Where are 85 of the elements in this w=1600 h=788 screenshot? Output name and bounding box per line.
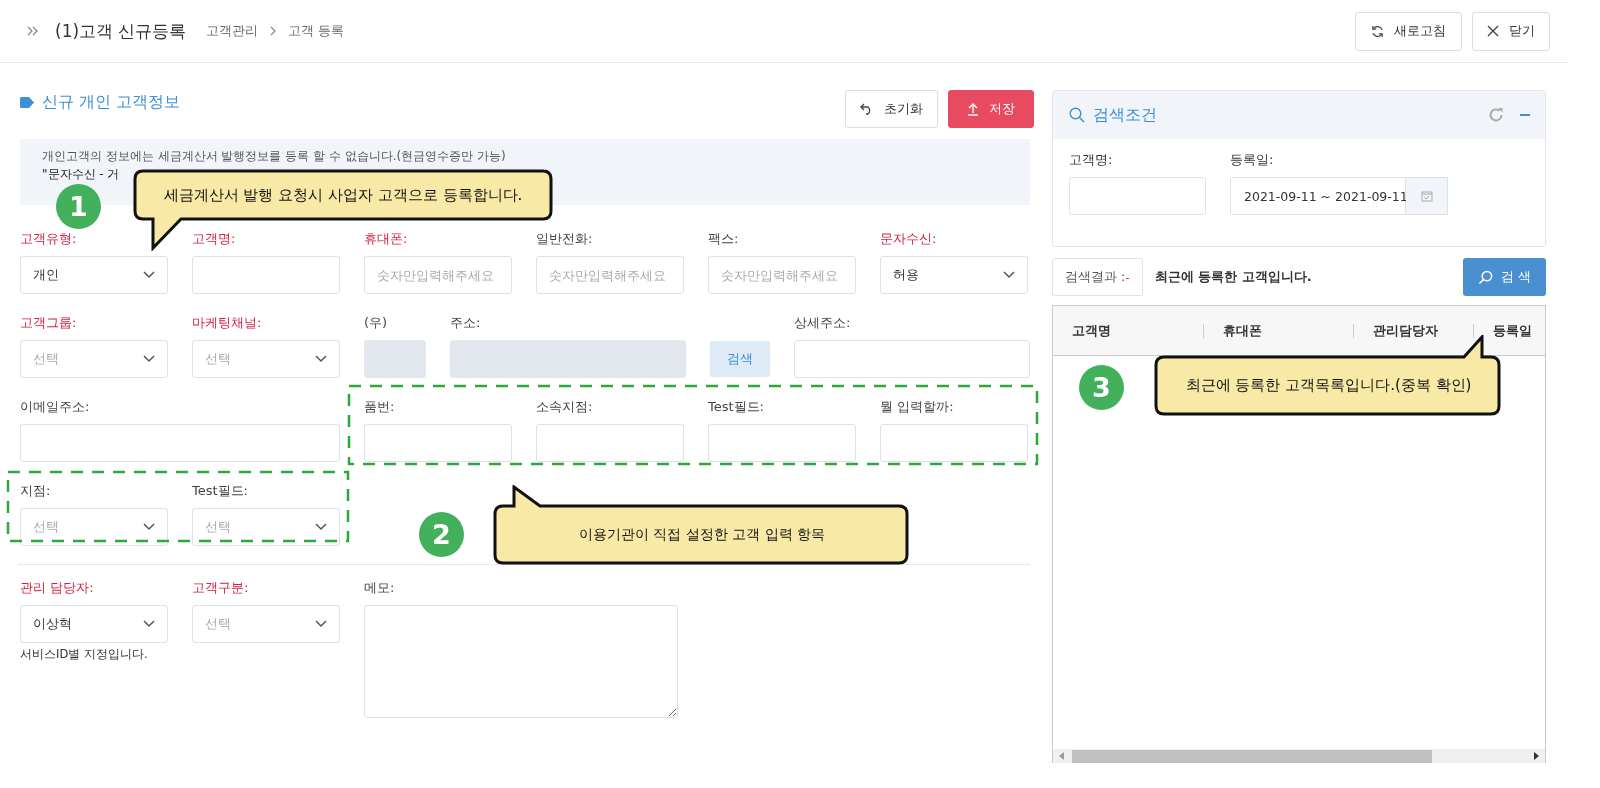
caret-down-icon	[143, 271, 155, 279]
caret-down-icon	[143, 523, 155, 531]
upload-icon	[967, 102, 979, 116]
refresh-button[interactable]: 새로고침	[1355, 11, 1462, 51]
breadcrumb-link[interactable]: 고객관리	[206, 22, 259, 40]
field-label: 관리 담당자:	[20, 579, 94, 597]
field-label: 고객명:	[192, 230, 236, 248]
field-label: 고객유형:	[20, 230, 77, 248]
column-header[interactable]: 고객명	[1053, 321, 1203, 340]
result-count: 검색결과 :-	[1052, 258, 1143, 296]
field-label: 고객그룹:	[20, 314, 77, 332]
field-label: 고객명:	[1069, 151, 1114, 169]
result-note: 최근에 등록한 고객입니다.	[1154, 268, 1312, 286]
search-icon	[1477, 269, 1493, 285]
callout-text: 이용기관이 직접 설정한 고객 입력 항목	[578, 525, 826, 544]
input-field[interactable]	[880, 424, 1028, 462]
select-field[interactable]: 이상혁	[20, 605, 168, 643]
refresh-icon	[1371, 24, 1384, 38]
close-icon	[1487, 25, 1499, 37]
page-title: (1)고객 신규등록	[55, 19, 187, 43]
input-field[interactable]	[192, 256, 340, 294]
field-label: 고객구분:	[192, 579, 249, 597]
caret-down-icon	[315, 620, 327, 628]
input-field[interactable]	[536, 424, 684, 462]
callout-text: 세금계산서 발행 요청시 사업자 고객으로 등록합니다.	[163, 185, 523, 205]
step-number-badge: 3	[1079, 365, 1124, 410]
input-field[interactable]	[364, 424, 512, 462]
calendar-icon	[1420, 190, 1433, 202]
input-field[interactable]	[20, 424, 340, 462]
step-number-badge: 2	[419, 512, 464, 557]
search-icon	[1069, 107, 1085, 123]
callout-text: 최근에 등록한 고객목록입니다.(중복 확인)	[1185, 376, 1472, 395]
notice-text: "문자수신 - 거	[42, 166, 120, 183]
field-label: 메모:	[364, 579, 395, 597]
caret-down-icon	[143, 620, 155, 628]
panel-title: 검색조건	[1093, 104, 1157, 126]
field-label: 휴대폰:	[364, 230, 408, 248]
horizontal-scrollbar[interactable]	[1053, 749, 1545, 763]
field-label: Test필드:	[708, 398, 764, 416]
memo-field[interactable]	[364, 605, 678, 718]
select-field[interactable]: 개인	[20, 256, 168, 294]
caret-down-icon	[315, 355, 327, 363]
input-field[interactable]	[1069, 177, 1206, 215]
field-label: 이메일주소:	[20, 398, 90, 416]
field-label: 팩스:	[708, 230, 739, 248]
input-field[interactable]	[794, 340, 1030, 378]
tag-icon	[20, 97, 34, 108]
save-button[interactable]: 저장	[948, 90, 1034, 128]
caret-down-icon	[1003, 271, 1015, 279]
column-header[interactable]: 관리담당자	[1353, 323, 1473, 338]
select-field[interactable]: 허용	[880, 256, 1028, 294]
field-label: 문자수신:	[880, 230, 937, 248]
chevron-right-icon	[270, 26, 277, 36]
field-label: 마케팅채널:	[192, 314, 262, 332]
section-title: 신규 개인 고객정보	[42, 92, 180, 113]
calendar-button[interactable]	[1406, 177, 1448, 215]
field-label: Test필드:	[192, 482, 248, 500]
field-label: 일반전화:	[536, 230, 593, 248]
field-label: 주소:	[450, 314, 481, 332]
input-field[interactable]: 숫자만입력해주세요	[536, 256, 684, 294]
breadcrumb-link[interactable]: 고객 등록	[288, 22, 345, 40]
field-label: 지점:	[20, 482, 51, 500]
caret-down-icon	[143, 355, 155, 363]
input-field[interactable]: 숫자만입력해주세요	[708, 256, 856, 294]
input-field[interactable]	[708, 424, 856, 462]
field-label: 등록일:	[1230, 151, 1275, 169]
help-text: 서비스ID별 지정입니다.	[20, 647, 149, 662]
field-label: 소속지점:	[536, 398, 593, 416]
field-label: 품번:	[364, 398, 395, 416]
double-chevron-icon[interactable]	[27, 26, 39, 36]
input-field[interactable]	[450, 340, 686, 378]
notice-text: 개인고객의 정보에는 세금계산서 발행정보를 등록 할 수 없습니다.(현금영수증만 가능)	[42, 148, 506, 165]
close-button[interactable]: 닫기	[1472, 11, 1550, 51]
reset-button[interactable]: 초기화	[845, 90, 938, 128]
caret-down-icon	[315, 523, 327, 531]
scroll-left-icon[interactable]	[1059, 752, 1065, 760]
column-header[interactable]: 휴대폰	[1203, 323, 1353, 338]
refresh-icon[interactable]	[1488, 107, 1504, 123]
field-label: 뭘 입력할까:	[880, 398, 954, 416]
date-range-field[interactable]: 2021-09-11 ~ 2021-09-11	[1230, 177, 1406, 215]
field-label: (우)	[364, 314, 388, 332]
field-label: 상세주소:	[794, 314, 851, 332]
input-field[interactable]	[364, 340, 426, 378]
scroll-right-icon[interactable]	[1533, 752, 1539, 760]
input-field[interactable]: 숫자만입력해주세요	[364, 256, 512, 294]
